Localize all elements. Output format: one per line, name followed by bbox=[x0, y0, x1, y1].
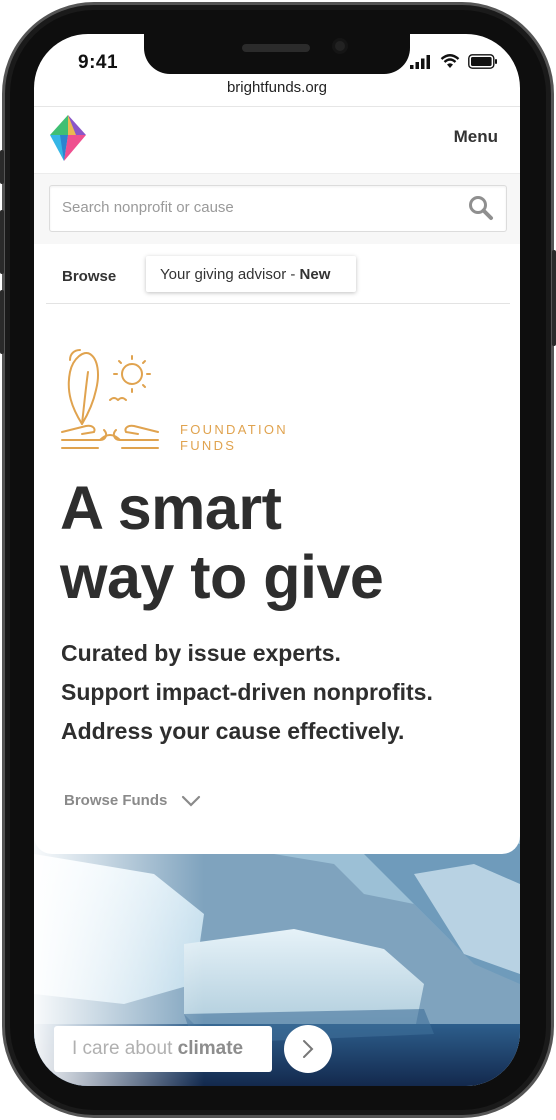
tab-giving-advisor[interactable]: Your giving advisor - New bbox=[146, 256, 356, 292]
speaker-grille bbox=[242, 44, 310, 52]
volume-up-button bbox=[0, 210, 4, 274]
foundation-funds-line2: FUNDS bbox=[180, 438, 237, 453]
tab-browse[interactable]: Browse bbox=[62, 268, 116, 285]
phone-screen: 9:41 brightfunds.org Menu Search nonprof… bbox=[34, 34, 520, 1086]
cause-selector[interactable]: I care about climate bbox=[54, 1026, 272, 1072]
status-time: 9:41 bbox=[78, 52, 119, 73]
tagline-3: Address your cause effectively. bbox=[61, 718, 405, 744]
foundation-funds-line1: FOUNDATION bbox=[180, 422, 288, 437]
address-bar-url[interactable]: brightfunds.org bbox=[34, 79, 520, 96]
cause-next-button[interactable] bbox=[284, 1025, 332, 1073]
cellular-signal-icon bbox=[410, 54, 430, 69]
chevron-right-icon bbox=[303, 1040, 314, 1058]
hero-headline-line1: A smart bbox=[60, 474, 282, 542]
hero-card-edge bbox=[34, 824, 520, 854]
wifi-icon bbox=[440, 54, 460, 68]
brightfunds-logo-icon[interactable] bbox=[46, 113, 90, 168]
foundation-funds-label: FOUNDATION FUNDS bbox=[180, 422, 288, 454]
nav-tabs: Browse Your giving advisor - New bbox=[46, 244, 510, 304]
front-camera bbox=[332, 38, 348, 54]
tagline-1: Curated by issue experts. bbox=[61, 640, 341, 666]
browse-funds-label: Browse Funds bbox=[64, 792, 168, 809]
battery-icon bbox=[468, 54, 497, 69]
foundation-funds-icon bbox=[60, 346, 160, 457]
status-icons bbox=[410, 54, 498, 69]
search-placeholder: Search nonprofit or cause bbox=[62, 199, 234, 216]
search-input[interactable]: Search nonprofit or cause bbox=[49, 185, 507, 232]
tagline-2: Support impact-driven nonprofits. bbox=[61, 679, 433, 705]
site-header: Menu bbox=[34, 106, 520, 174]
cause-prefix: I care about bbox=[72, 1038, 178, 1059]
chevron-down-icon bbox=[182, 795, 201, 807]
browse-funds-link[interactable]: Browse Funds bbox=[64, 792, 201, 809]
mute-switch bbox=[0, 150, 4, 184]
new-badge: New bbox=[299, 266, 331, 283]
hero-headline: A smart way to give bbox=[60, 474, 384, 612]
hero-headline-line2: way to give bbox=[60, 543, 384, 611]
menu-button[interactable]: Menu bbox=[454, 127, 498, 147]
search-section: Search nonprofit or cause bbox=[34, 174, 520, 244]
notch bbox=[144, 34, 410, 74]
cause-topic: climate bbox=[177, 1038, 244, 1059]
tab-giving-advisor-label: Your giving advisor - bbox=[160, 266, 300, 283]
search-icon[interactable] bbox=[468, 195, 494, 221]
volume-down-button bbox=[0, 290, 4, 354]
power-button bbox=[552, 250, 556, 346]
